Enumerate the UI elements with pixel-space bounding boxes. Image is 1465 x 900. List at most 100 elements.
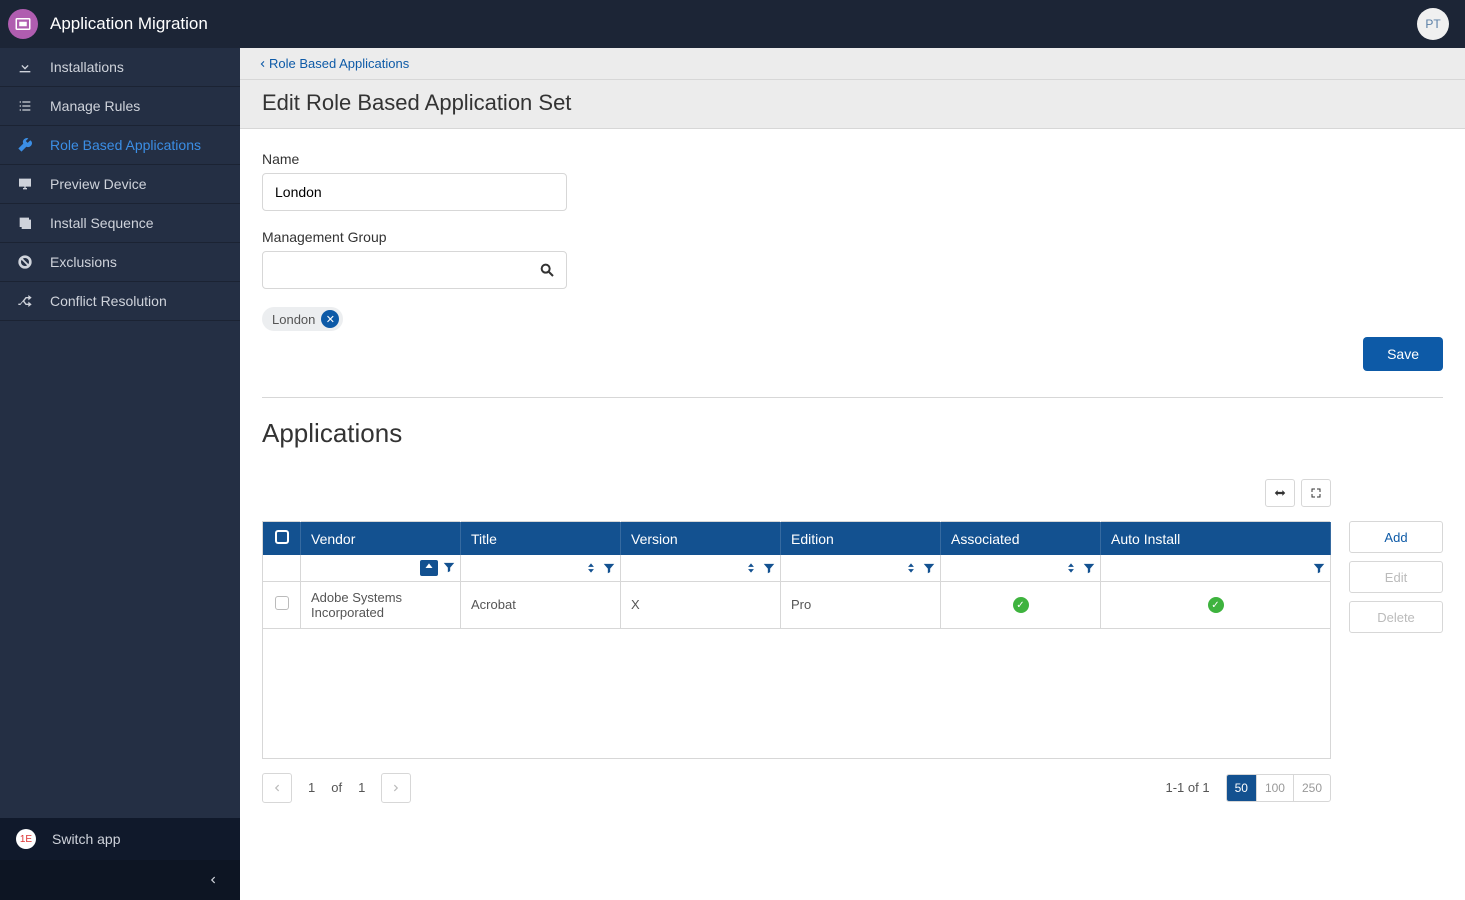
column-checkbox[interactable] xyxy=(263,522,301,556)
cell-vendor: Adobe Systems Incorporated xyxy=(301,581,461,628)
page-size-selector: 50 100 250 xyxy=(1226,774,1331,802)
cell-auto-install: ✓ xyxy=(1101,581,1331,628)
sidebar-item-preview-device[interactable]: Preview Device xyxy=(0,165,240,204)
management-group-input[interactable] xyxy=(275,252,532,288)
breadcrumb-parent[interactable]: Role Based Applications xyxy=(258,56,409,71)
sidebar-item-label: Conflict Resolution xyxy=(50,293,167,309)
filter-icon[interactable] xyxy=(1082,561,1096,575)
sidebar-item-label: Manage Rules xyxy=(50,98,140,114)
save-button[interactable]: Save xyxy=(1363,337,1443,371)
top-bar: Application Migration PT xyxy=(0,0,1465,48)
sort-icon[interactable] xyxy=(1064,561,1078,575)
fit-width-button[interactable] xyxy=(1265,479,1295,507)
breadcrumb: Role Based Applications xyxy=(240,48,1465,80)
name-field: Name xyxy=(262,151,1443,211)
page-size-100[interactable]: 100 xyxy=(1256,775,1293,801)
filter-icon[interactable] xyxy=(442,560,456,576)
sidebar-item-label: Installations xyxy=(50,59,124,75)
filter-icon[interactable] xyxy=(602,561,616,575)
column-auto-install[interactable]: Auto Install xyxy=(1101,522,1331,556)
checkbox-icon xyxy=(275,596,289,610)
sort-asc-icon[interactable] xyxy=(420,560,438,576)
filter-icon[interactable] xyxy=(1312,561,1326,575)
switch-app[interactable]: 1E Switch app xyxy=(0,818,240,860)
name-label: Name xyxy=(262,151,1443,167)
switch-app-label: Switch app xyxy=(52,831,120,847)
divider xyxy=(262,397,1443,398)
pager-prev[interactable] xyxy=(262,773,292,803)
column-vendor[interactable]: Vendor xyxy=(301,522,461,556)
filter-edition[interactable] xyxy=(781,555,941,581)
delete-button[interactable]: Delete xyxy=(1349,601,1443,633)
sort-icon[interactable] xyxy=(744,561,758,575)
table-empty-space xyxy=(262,629,1331,759)
sidebar-item-label: Exclusions xyxy=(50,254,117,270)
sidebar-item-exclusions[interactable]: Exclusions xyxy=(0,243,240,282)
page-title: Edit Role Based Application Set xyxy=(240,80,1465,129)
applications-title: Applications xyxy=(262,418,1443,449)
checkbox-icon xyxy=(275,530,289,544)
column-version[interactable]: Version xyxy=(621,522,781,556)
applications-table: Vendor Title Version Edition Associated … xyxy=(262,521,1331,629)
breadcrumb-parent-label: Role Based Applications xyxy=(269,56,409,71)
pager-total: 1 xyxy=(352,780,371,795)
page-size-250[interactable]: 250 xyxy=(1293,775,1330,801)
page-size-50[interactable]: 50 xyxy=(1227,775,1256,801)
sort-icon[interactable] xyxy=(584,561,598,575)
sidebar-item-label: Role Based Applications xyxy=(50,137,201,153)
sidebar-item-label: Preview Device xyxy=(50,176,146,192)
column-edition[interactable]: Edition xyxy=(781,522,941,556)
sidebar-item-manage-rules[interactable]: Manage Rules xyxy=(0,87,240,126)
sidebar-item-conflict-resolution[interactable]: Conflict Resolution xyxy=(0,282,240,321)
pager-of: of xyxy=(331,780,342,795)
management-group-chip: London ✕ xyxy=(262,307,343,331)
app-logo-icon xyxy=(8,9,38,39)
filter-title[interactable] xyxy=(461,555,621,581)
chevron-left-icon xyxy=(208,873,218,887)
filter-auto-install[interactable] xyxy=(1101,555,1331,581)
filter-vendor[interactable] xyxy=(301,555,461,581)
ban-icon xyxy=(16,254,34,270)
cell-edition: Pro xyxy=(781,581,941,628)
cell-version: X xyxy=(621,581,781,628)
chip-label: London xyxy=(272,312,315,327)
column-associated[interactable]: Associated xyxy=(941,522,1101,556)
add-button[interactable]: Add xyxy=(1349,521,1443,553)
shuffle-icon xyxy=(16,293,34,309)
user-avatar[interactable]: PT xyxy=(1417,8,1449,40)
sidebar: Installations Manage Rules Role Based Ap… xyxy=(0,48,240,900)
sidebar-nav: Installations Manage Rules Role Based Ap… xyxy=(0,48,240,818)
monitor-icon xyxy=(16,176,34,192)
pager-current: 1 xyxy=(302,780,321,795)
management-group-label: Management Group xyxy=(262,229,1443,245)
filter-associated[interactable] xyxy=(941,555,1101,581)
list-icon xyxy=(16,98,34,114)
table-filter-row xyxy=(263,555,1331,581)
filter-icon[interactable] xyxy=(922,561,936,575)
sort-icon[interactable] xyxy=(904,561,918,575)
chip-remove-icon[interactable]: ✕ xyxy=(321,310,339,328)
pager-summary: 1-1 of 1 xyxy=(1165,780,1209,795)
name-input[interactable] xyxy=(262,173,567,211)
check-circle-icon: ✓ xyxy=(1013,597,1029,613)
column-title[interactable]: Title xyxy=(461,522,621,556)
wrench-icon xyxy=(16,137,34,153)
filter-version[interactable] xyxy=(621,555,781,581)
cell-title: Acrobat xyxy=(461,581,621,628)
search-icon[interactable] xyxy=(532,262,562,278)
sidebar-collapse[interactable] xyxy=(0,860,240,900)
pager-next[interactable] xyxy=(381,773,411,803)
main-content: Role Based Applications Edit Role Based … xyxy=(240,48,1465,900)
edit-button[interactable]: Edit xyxy=(1349,561,1443,593)
sidebar-item-installations[interactable]: Installations xyxy=(0,48,240,87)
filter-icon[interactable] xyxy=(762,561,776,575)
table-row[interactable]: Adobe Systems Incorporated Acrobat X Pro… xyxy=(263,581,1331,628)
management-group-input-wrapper xyxy=(262,251,567,289)
arrows-horizontal-icon xyxy=(1273,486,1287,500)
row-checkbox[interactable] xyxy=(263,581,301,628)
expand-icon xyxy=(1310,487,1322,499)
sidebar-item-role-based-applications[interactable]: Role Based Applications xyxy=(0,126,240,165)
expand-button[interactable] xyxy=(1301,479,1331,507)
management-group-field: Management Group xyxy=(262,229,1443,289)
sidebar-item-install-sequence[interactable]: Install Sequence xyxy=(0,204,240,243)
